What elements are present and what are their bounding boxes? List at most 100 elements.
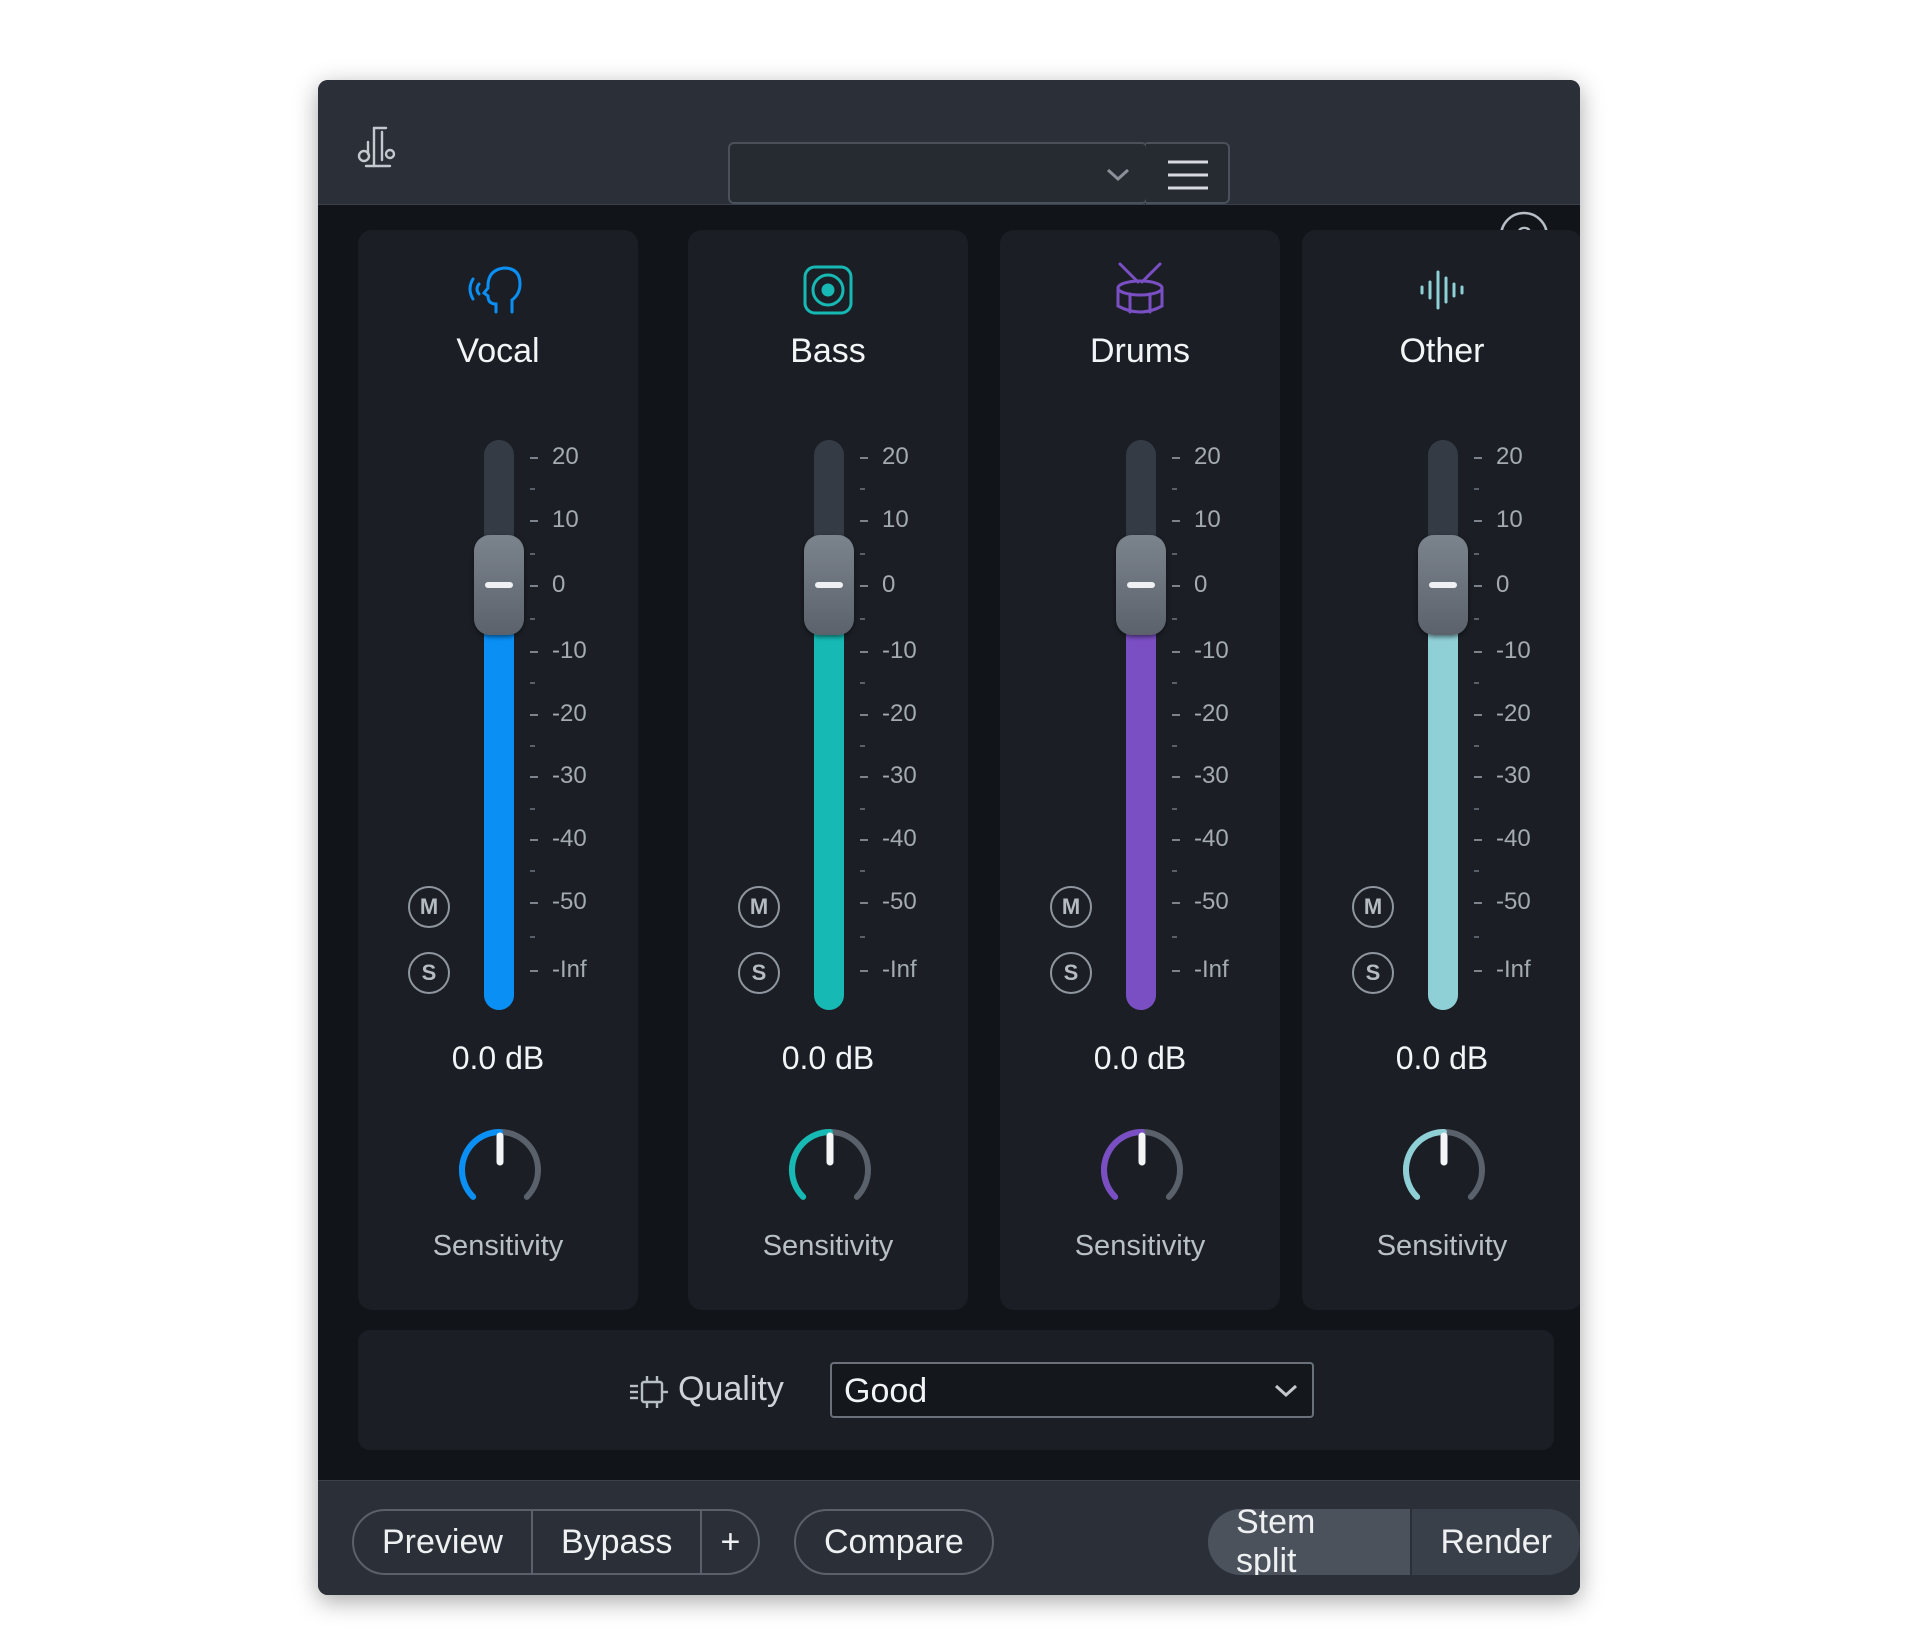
scale-label: -20 [882, 699, 917, 727]
solo-button[interactable]: S [1352, 952, 1394, 994]
gain-slider-handle[interactable] [1418, 535, 1468, 636]
scale-label: -50 [1496, 887, 1531, 915]
mute-button[interactable]: M [1352, 886, 1394, 928]
scale-label: 20 [1194, 443, 1221, 471]
scale-tick [1172, 970, 1180, 973]
scale-minor-tick [860, 807, 865, 810]
module-card-vocal: Vocal 20 10 0 -10 -20 -30 -40 -50 -Inf M S 0.0 d… [358, 230, 638, 1310]
scale-minor-tick [1474, 870, 1479, 873]
render-button-group: Stem split Render [1208, 1509, 1580, 1575]
scale-tick [1474, 839, 1482, 841]
scale-tick [530, 970, 538, 973]
gain-readout[interactable]: 0.0 dB [1000, 1040, 1280, 1077]
solo-button[interactable]: S [408, 952, 450, 994]
scale-tick [1172, 713, 1180, 716]
gain-slider-handle[interactable] [1116, 535, 1166, 636]
gain-slider-handle[interactable] [804, 535, 854, 636]
gain-slider-track[interactable] [474, 440, 524, 1010]
knob-value-arc [1403, 1129, 1447, 1200]
head-speaking-icon [468, 266, 522, 314]
scale-tick [1172, 457, 1180, 460]
scale-minor-tick [1474, 807, 1479, 810]
scale-label: -10 [1194, 636, 1229, 664]
sensitivity-knob[interactable] [1394, 1120, 1494, 1220]
gain-slider-fill [1428, 585, 1458, 1010]
gain-slider-track[interactable] [804, 440, 854, 1010]
scale-minor-tick [530, 488, 535, 491]
scale-label: -50 [1194, 887, 1229, 915]
scale-tick [1474, 519, 1482, 522]
footer-bar: Preview Bypass + Compare Stem split Rend… [318, 1480, 1580, 1595]
knob-value-arc [459, 1129, 503, 1200]
scale-tick [530, 901, 538, 904]
scale-label: -40 [1496, 825, 1531, 852]
scale-label: 0 [882, 571, 896, 599]
scale-minor-tick [1172, 682, 1177, 685]
scale-minor-tick [1474, 744, 1479, 747]
scale-tick [1474, 585, 1482, 588]
gain-slider-track[interactable] [1116, 440, 1166, 1010]
drum-icon [1116, 262, 1164, 314]
scale-minor-tick [860, 935, 865, 938]
gain-readout[interactable]: 0.0 dB [1302, 1040, 1580, 1077]
scale-minor-tick [1172, 870, 1177, 873]
add-button[interactable]: + [702, 1511, 758, 1573]
scale-minor-tick [1172, 618, 1177, 621]
gain-readout[interactable]: 0.0 dB [358, 1040, 638, 1077]
gain-slider-handle[interactable] [474, 535, 524, 636]
scale-tick [860, 970, 868, 973]
compare-button-group: Compare [794, 1509, 994, 1575]
scale-minor-tick [1172, 807, 1177, 810]
module-title: Bass [790, 332, 866, 370]
scale-tick [1474, 970, 1482, 973]
scale-tick [860, 776, 868, 779]
gain-scale: 20 10 0 -10 -20 -30 -40 -50 -Inf [530, 440, 630, 1010]
scale-label: -40 [1194, 825, 1229, 852]
sensitivity-label: Sensitivity [1376, 1230, 1508, 1262]
solo-button[interactable]: S [1050, 952, 1092, 994]
scale-minor-tick [530, 807, 535, 810]
preview-button[interactable]: Preview [354, 1511, 533, 1573]
gain-slider-fill [814, 585, 844, 1010]
scale-minor-tick [1172, 488, 1177, 491]
mute-button[interactable]: M [408, 886, 450, 928]
sensitivity-label: Sensitivity [762, 1230, 894, 1262]
scale-label: -30 [552, 762, 587, 790]
scale-tick [860, 901, 868, 904]
solo-button[interactable]: S [738, 952, 780, 994]
plugin-window: ? Vocal 20100-10-20-30-40-50-Inf M S 0.0… [318, 80, 1580, 1595]
speaker-icon [803, 265, 853, 315]
render-button[interactable]: Render [1412, 1509, 1580, 1575]
scale-label: 10 [1194, 505, 1221, 533]
sensitivity-knob[interactable] [780, 1120, 880, 1220]
scale-minor-tick [1474, 935, 1479, 938]
sensitivity-knob[interactable] [450, 1120, 550, 1220]
gain-slider-track[interactable] [1418, 440, 1468, 1010]
quality-dropdown[interactable]: Good [830, 1362, 1314, 1418]
knob-value-arc [1101, 1129, 1145, 1200]
header-bar [318, 80, 1580, 205]
quality-panel: Quality Good [358, 1330, 1554, 1450]
scale-label: -50 [882, 887, 917, 915]
scale-tick [530, 776, 538, 779]
scale-label: -Inf [1496, 956, 1531, 984]
bypass-button[interactable]: Bypass [533, 1511, 703, 1573]
module-card-other: Other 20 10 0 -10 -20 -30 -40 -50 -Inf M S 0.0 d… [1302, 230, 1580, 1310]
mute-button[interactable]: M [1050, 886, 1092, 928]
scale-tick [530, 457, 538, 460]
compare-button[interactable]: Compare [796, 1511, 992, 1573]
waveform-icon [1420, 270, 1464, 310]
gain-readout[interactable]: 0.0 dB [688, 1040, 968, 1077]
sensitivity-knob[interactable] [1092, 1120, 1192, 1220]
scale-label: -Inf [552, 956, 587, 984]
preset-menu-button[interactable] [1146, 142, 1230, 204]
stem-split-button[interactable]: Stem split [1208, 1509, 1413, 1575]
scale-tick [1474, 650, 1482, 653]
scale-tick [530, 650, 538, 653]
mute-button[interactable]: M [738, 886, 780, 928]
scale-minor-tick [860, 870, 865, 873]
module-card-drums: Drums 20 10 0 -10 -20 -30 -40 -50 -Inf M S 0.0 d… [1000, 230, 1280, 1310]
preset-dropdown[interactable] [728, 142, 1148, 204]
scale-minor-tick [1172, 744, 1177, 747]
scale-tick [860, 585, 868, 588]
